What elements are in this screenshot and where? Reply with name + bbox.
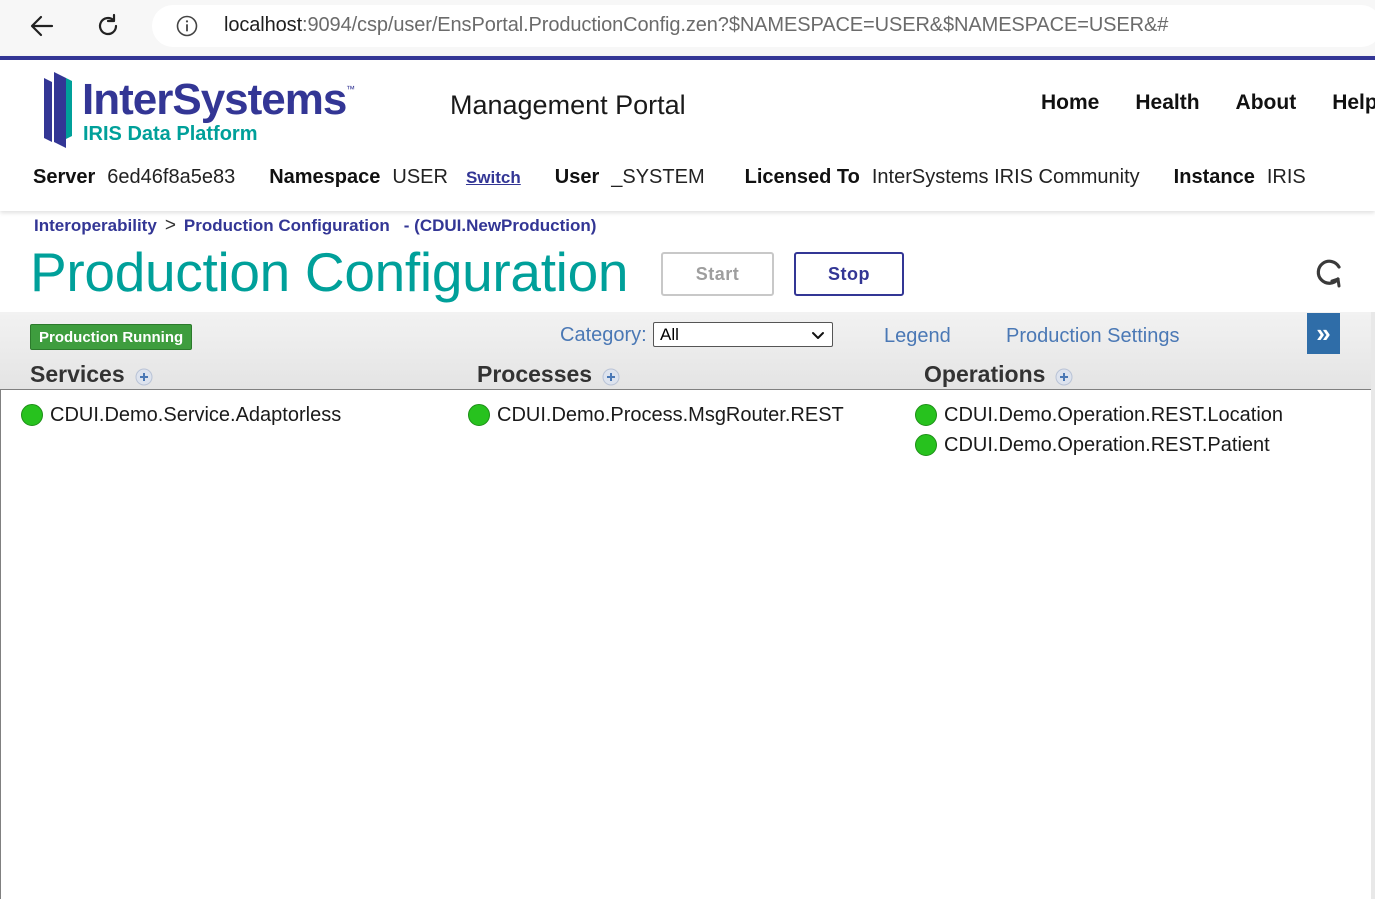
operations-column: CDUI.Demo.Operation.REST.Location CDUI.D… xyxy=(915,400,1283,460)
production-settings-link[interactable]: Production Settings xyxy=(1006,325,1179,348)
logo-tm: ™ xyxy=(346,84,355,94)
logo-subtitle: IRIS Data Platform xyxy=(83,123,257,145)
page-title: Production Configuration xyxy=(30,241,629,303)
namespace-label: Namespace xyxy=(269,166,381,188)
category-select[interactable]: All xyxy=(653,322,833,347)
expand-settings-button[interactable]: » xyxy=(1307,313,1340,354)
licensed-value: InterSystems IRIS Community xyxy=(871,166,1140,188)
user-value: _SYSTEM xyxy=(611,166,705,188)
switch-namespace-link[interactable]: Switch xyxy=(466,168,521,188)
chevron-down-icon xyxy=(812,332,824,339)
start-button[interactable]: Start xyxy=(661,252,774,296)
server-info: Server 6ed46f8a5e83 xyxy=(33,166,235,189)
status-dot-icon xyxy=(915,434,937,456)
category-selected-value: All xyxy=(660,324,679,344)
menu-health[interactable]: Health xyxy=(1135,91,1199,115)
add-process-plus-icon[interactable] xyxy=(602,368,620,386)
breadcrumb-interoperability[interactable]: Interoperability xyxy=(34,216,157,236)
license-info: Licensed To InterSystems IRIS Community xyxy=(745,166,1140,189)
production-diagram: CDUI.Demo.Service.Adaptorless CDUI.Demo.… xyxy=(0,390,1373,899)
user-info: User _SYSTEM xyxy=(555,166,705,189)
processes-column: CDUI.Demo.Process.MsgRouter.REST xyxy=(468,400,844,430)
menu-about[interactable]: About xyxy=(1236,91,1297,115)
intersystems-logo[interactable]: InterSystems ™ IRIS Data Platform xyxy=(40,68,370,148)
status-dot-icon xyxy=(21,404,43,426)
right-scrollbar[interactable] xyxy=(1371,312,1375,899)
production-toolbar: Production Running Category: All Legend … xyxy=(0,312,1371,390)
address-bar[interactable]: localhost:9094/csp/user/EnsPortal.Produc… xyxy=(152,5,1375,47)
logo-wordmark: InterSystems xyxy=(82,75,346,124)
info-icon[interactable] xyxy=(176,15,198,37)
breadcrumb-production-configuration[interactable]: Production Configuration xyxy=(184,216,390,236)
portal-title: Management Portal xyxy=(450,90,686,120)
service-item-label: CDUI.Demo.Service.Adaptorless xyxy=(50,403,342,426)
add-service-plus-icon[interactable] xyxy=(135,368,153,386)
operations-header: Operations xyxy=(924,361,1073,388)
server-label: Server xyxy=(33,166,96,188)
status-dot-icon xyxy=(468,404,490,426)
process-item[interactable]: CDUI.Demo.Process.MsgRouter.REST xyxy=(468,400,844,430)
status-dot-icon xyxy=(915,404,937,426)
instance-info-row: Server 6ed46f8a5e83 Namespace USER Switc… xyxy=(33,166,1340,189)
namespace-info: Namespace USER Switch xyxy=(269,166,521,189)
refresh-icon[interactable] xyxy=(1311,255,1347,291)
production-status-badge: Production Running xyxy=(30,324,193,350)
licensed-label: Licensed To xyxy=(744,166,860,188)
legend-link[interactable]: Legend xyxy=(884,325,951,348)
processes-title: Processes xyxy=(477,361,593,387)
browser-toolbar: localhost:9094/csp/user/EnsPortal.Produc… xyxy=(0,0,1375,56)
instance-label: Instance xyxy=(1173,166,1255,188)
services-title: Services xyxy=(30,361,125,387)
reload-button[interactable] xyxy=(90,8,126,44)
server-value: 6ed46f8a5e83 xyxy=(107,166,236,188)
namespace-value: USER xyxy=(392,166,448,188)
back-button[interactable] xyxy=(24,8,60,44)
url-path: :9094/csp/user/EnsPortal.ProductionConfi… xyxy=(302,14,1169,36)
service-item[interactable]: CDUI.Demo.Service.Adaptorless xyxy=(21,400,341,430)
add-operation-plus-icon[interactable] xyxy=(1055,368,1073,386)
operations-title: Operations xyxy=(924,361,1046,387)
services-header: Services xyxy=(30,361,153,388)
stop-button[interactable]: Stop xyxy=(794,252,904,296)
reload-icon xyxy=(98,13,118,36)
operation-item-label: CDUI.Demo.Operation.REST.Patient xyxy=(944,433,1270,456)
breadcrumb: Interoperability > Production Configurat… xyxy=(34,215,596,237)
menu-help[interactable]: Help xyxy=(1332,91,1375,115)
operation-item-label: CDUI.Demo.Operation.REST.Location xyxy=(944,403,1284,426)
portal-header: InterSystems ™ IRIS Data Platform Manage… xyxy=(0,56,1375,211)
user-label: User xyxy=(554,166,600,188)
breadcrumb-production-name: - (CDUI.NewProduction) xyxy=(403,216,597,235)
processes-header: Processes xyxy=(477,361,620,388)
breadcrumb-separator: > xyxy=(164,215,176,236)
instance-value: IRIS xyxy=(1266,166,1306,188)
url-host: localhost xyxy=(224,14,303,36)
operation-item[interactable]: CDUI.Demo.Operation.REST.Patient xyxy=(915,430,1283,460)
category-label: Category: xyxy=(560,324,647,346)
top-menu: Home Health About Help xyxy=(1041,91,1375,115)
arrow-left-icon xyxy=(30,15,54,37)
url-text[interactable]: localhost:9094/csp/user/EnsPortal.Produc… xyxy=(224,14,1168,37)
services-column: CDUI.Demo.Service.Adaptorless xyxy=(21,400,341,430)
operation-item[interactable]: CDUI.Demo.Operation.REST.Location xyxy=(915,400,1283,430)
instance-info: Instance IRIS xyxy=(1174,166,1306,189)
menu-home[interactable]: Home xyxy=(1041,91,1099,115)
process-item-label: CDUI.Demo.Process.MsgRouter.REST xyxy=(497,403,844,426)
